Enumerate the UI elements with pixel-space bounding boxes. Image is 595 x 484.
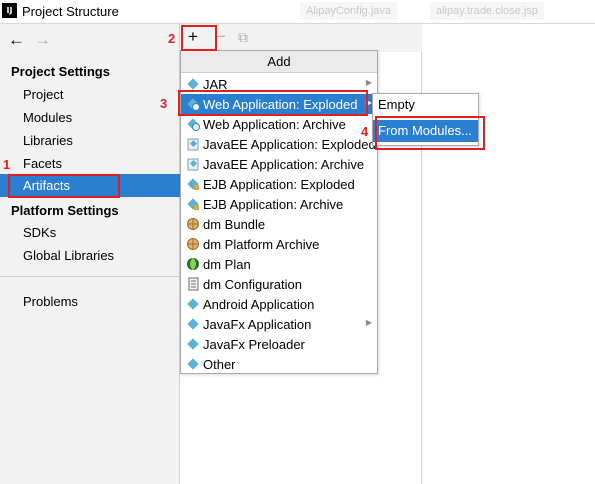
menu-item-label: Web Application: Archive: [203, 117, 346, 132]
project-settings-heading: Project Settings: [11, 64, 110, 79]
menu-item-label: Android Application: [203, 297, 315, 312]
ejb-icon: [186, 177, 200, 191]
annotation-box-2: [181, 25, 217, 51]
sidebar-item-facets[interactable]: Facets: [23, 156, 62, 171]
javaee-icon: [186, 137, 200, 151]
annotation-number: 3: [160, 96, 168, 111]
menu-item-label: EJB Application: Exploded: [203, 177, 355, 192]
document-icon: [186, 277, 200, 291]
menu-item-javafx-application[interactable]: JavaFx Application ▶: [181, 314, 377, 334]
menu-item-label: Other: [203, 357, 236, 372]
menu-item-label: JavaEE Application: Exploded: [203, 137, 376, 152]
remove-icon[interactable]: −: [216, 28, 226, 46]
window-title: Project Structure: [22, 4, 119, 19]
sidebar-item-libraries[interactable]: Libraries: [23, 133, 73, 148]
sidebar-item-project[interactable]: Project: [23, 87, 63, 102]
sidebar-divider: [0, 276, 180, 277]
back-arrow-icon[interactable]: ←: [8, 30, 25, 50]
menu-item-javafx-preloader[interactable]: JavaFx Preloader: [181, 334, 377, 354]
menu-item-label: dm Configuration: [203, 277, 302, 292]
menu-item-android-application[interactable]: Android Application: [181, 294, 377, 314]
sidebar-item-problems[interactable]: Problems: [23, 294, 78, 309]
background-tab: AlipayConfig.java: [300, 2, 397, 20]
menu-header: Add: [181, 51, 377, 73]
dm-bundle-icon: [186, 217, 200, 231]
javaee-icon: [186, 157, 200, 171]
diamond-icon: [186, 317, 200, 331]
sidebar-item-global-libraries[interactable]: Global Libraries: [23, 248, 114, 263]
annotation-number: 1: [3, 157, 11, 172]
menu-item-javaee-application-archive[interactable]: JavaEE Application: Archive: [181, 154, 377, 174]
menu-item-label: dm Plan: [203, 257, 251, 272]
submenu-arrow-icon: ▶: [365, 318, 372, 327]
sidebar-item-sdks[interactable]: SDKs: [23, 225, 56, 240]
dm-bundle-icon: [186, 237, 200, 251]
sidebar: ← → Project Settings Project Modules Lib…: [0, 24, 180, 484]
ejb-icon: [186, 197, 200, 211]
annotation-box-3: [178, 90, 368, 116]
annotation-number: 2: [168, 31, 176, 46]
sidebar-item-modules[interactable]: Modules: [23, 110, 72, 125]
forward-arrow-icon[interactable]: →: [34, 30, 51, 50]
annotation-box-1: [8, 174, 120, 198]
diamond-icon: [186, 77, 200, 91]
menu-item-other[interactable]: Other: [181, 354, 377, 374]
web-icon: [186, 117, 200, 131]
menu-item-dm-configuration[interactable]: dm Configuration: [181, 274, 377, 294]
title-bar: IJ Project Structure AlipayConfig.java a…: [0, 0, 595, 24]
menu-item-label: dm Platform Archive: [203, 237, 320, 252]
menu-item-dm-bundle[interactable]: dm Bundle: [181, 214, 377, 234]
menu-item-label: JavaFx Preloader: [203, 337, 305, 352]
dm-plan-icon: [186, 257, 200, 271]
annotation-box-4: [375, 116, 485, 150]
background-tab: alipay.trade.close.jsp: [430, 2, 544, 20]
menu-item-label: Empty: [378, 97, 415, 112]
menu-item-ejb-application-exploded[interactable]: EJB Application: Exploded: [181, 174, 377, 194]
annotation-number: 4: [361, 124, 369, 139]
copy-icon[interactable]: ⧉: [238, 28, 248, 46]
diamond-icon: [186, 357, 200, 371]
menu-item-empty[interactable]: Empty: [373, 94, 478, 116]
menu-item-dm-platform-archive[interactable]: dm Platform Archive: [181, 234, 377, 254]
submenu-arrow-icon: ▶: [365, 78, 372, 87]
menu-item-label: JavaEE Application: Archive: [203, 157, 365, 172]
menu-item-ejb-application-archive[interactable]: EJB Application: Archive: [181, 194, 377, 214]
diamond-icon: [186, 297, 200, 311]
menu-item-dm-plan[interactable]: dm Plan: [181, 254, 377, 274]
menu-item-javaee-application-exploded[interactable]: JavaEE Application: Exploded: [181, 134, 377, 154]
intellij-logo-icon: IJ: [2, 3, 17, 18]
platform-settings-heading: Platform Settings: [11, 203, 119, 218]
menu-item-web-application-archive[interactable]: Web Application: Archive: [181, 114, 377, 134]
diamond-icon: [186, 337, 200, 351]
menu-item-label: dm Bundle: [203, 217, 266, 232]
menu-item-label: EJB Application: Archive: [203, 197, 344, 212]
menu-item-label: JavaFx Application: [203, 317, 312, 332]
